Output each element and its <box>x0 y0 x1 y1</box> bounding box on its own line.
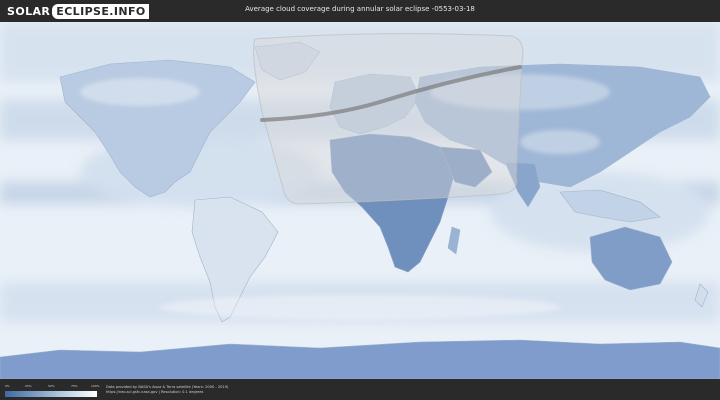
header-bar: SOLAR ECLIPSE.INFO Average cloud coverag… <box>0 0 720 22</box>
eclipse-map-page: SOLAR ECLIPSE.INFO Average cloud coverag… <box>0 0 720 400</box>
legend-gradient-bar <box>5 391 97 397</box>
legend-tick-75: 75% <box>71 384 78 388</box>
cloud-coverage-legend: 0% 25% 50% 75% 100% <box>5 384 100 398</box>
data-credits: Data provided by NASA's Aqua & Terra sat… <box>106 385 228 395</box>
legend-tick-50: 50% <box>48 384 55 388</box>
legend-tick-25: 25% <box>25 384 32 388</box>
credit-line-2: https://neo.sci.gsfc.nasa.gov | Resoluti… <box>106 390 204 394</box>
legend-tick-0: 0% <box>5 384 10 388</box>
legend-tick-100: 100% <box>91 384 100 388</box>
cloud-coverage-map <box>0 22 720 379</box>
world-map-svg <box>0 22 720 379</box>
map-title: Average cloud coverage during annular so… <box>245 5 475 13</box>
